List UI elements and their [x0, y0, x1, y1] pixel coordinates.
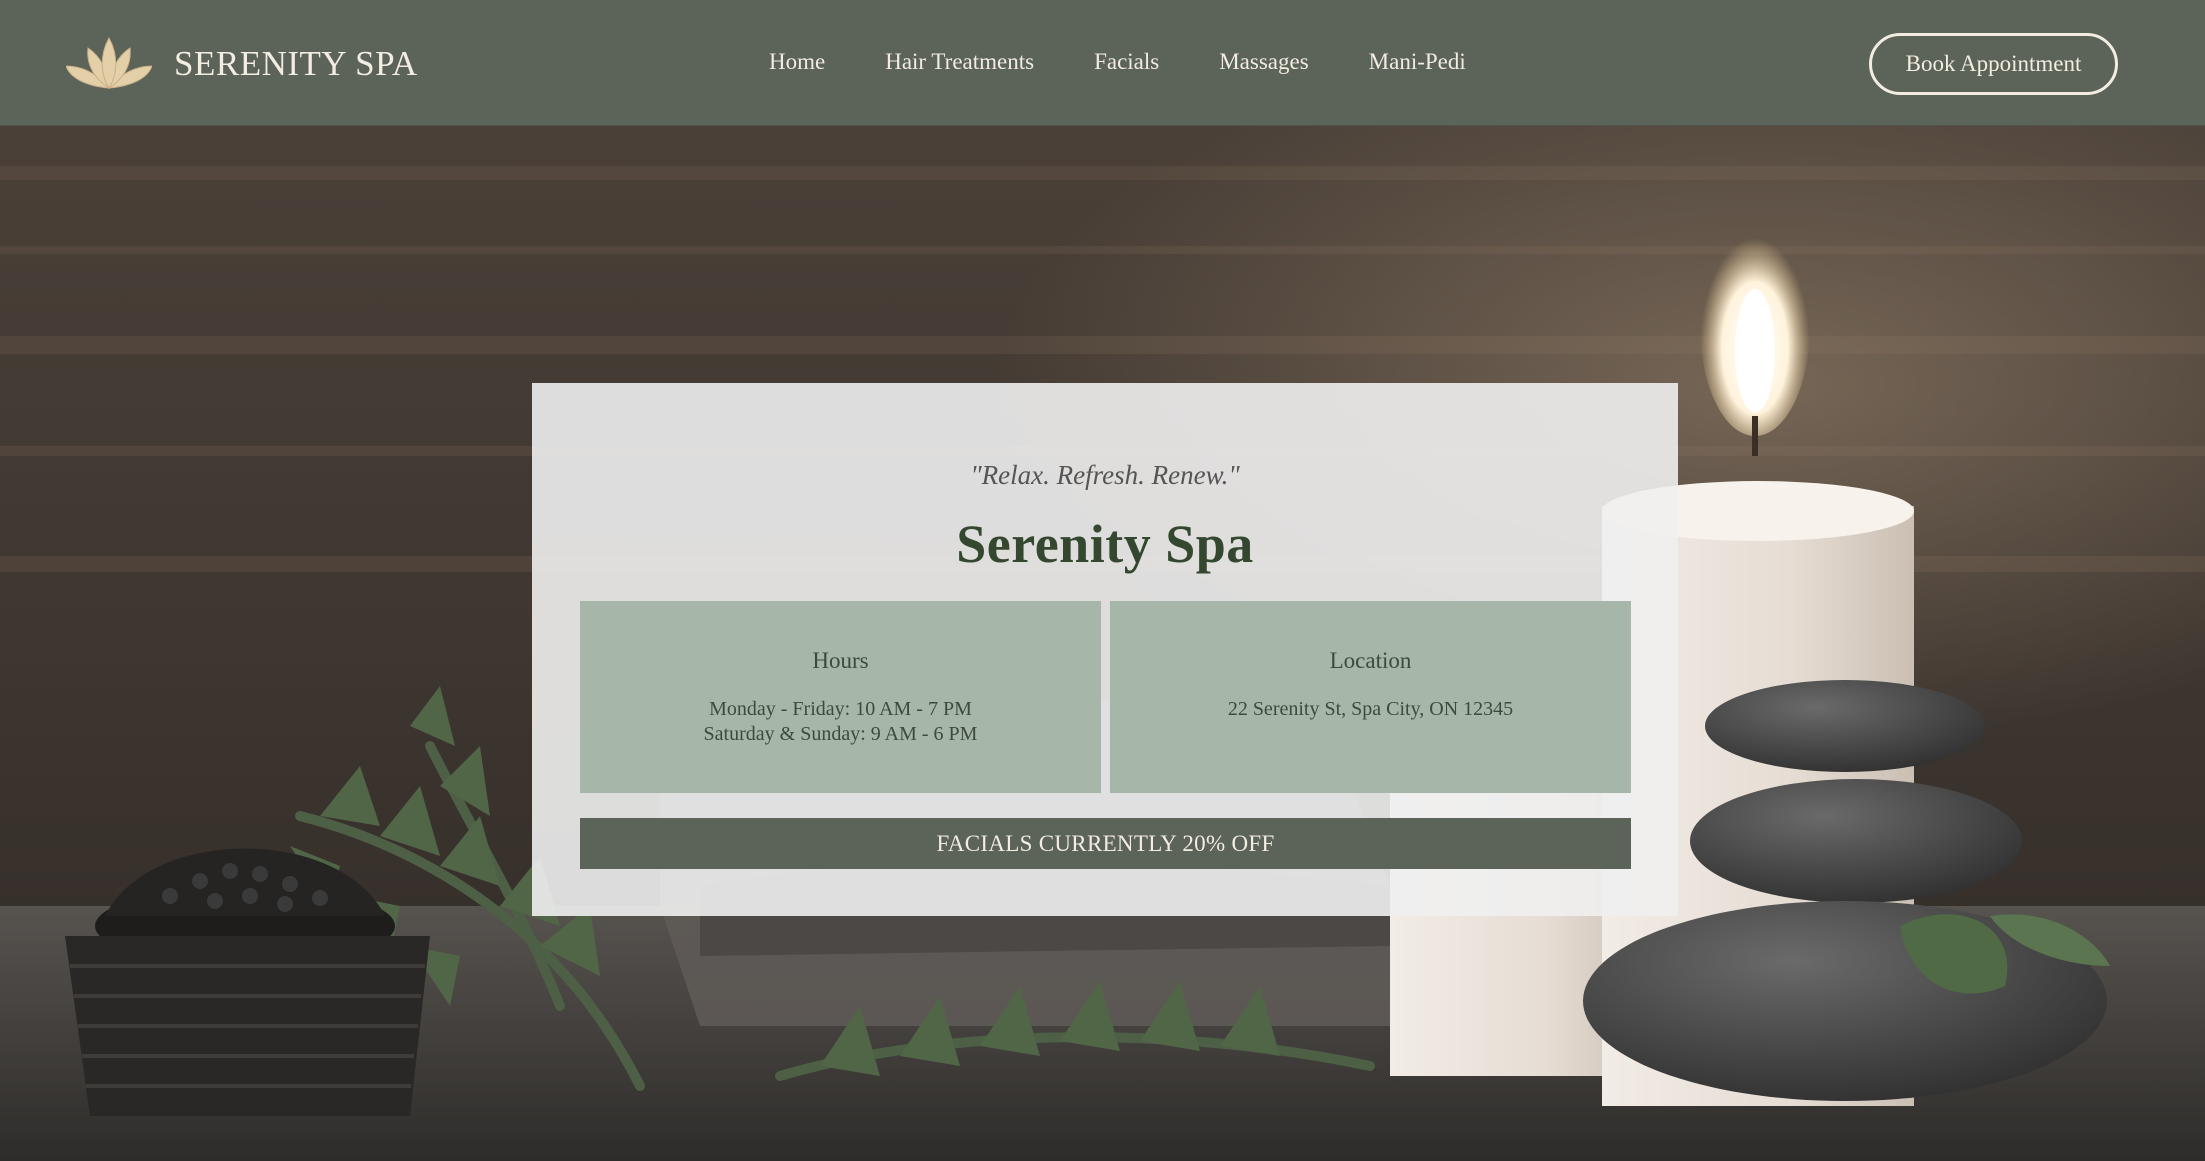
main-nav: Home Hair Treatments Facials Massages Ma… — [769, 49, 1466, 75]
nav-mani-pedi[interactable]: Mani-Pedi — [1369, 49, 1466, 75]
hours-weekend: Saturday & Sunday: 9 AM - 6 PM — [703, 723, 978, 745]
brand-name: SERENITY SPA — [174, 44, 418, 83]
nav-facials[interactable]: Facials — [1094, 49, 1159, 75]
hero-title: Serenity Spa — [956, 514, 1254, 574]
brand[interactable]: SERENITY SPA — [66, 36, 418, 92]
location-heading: Location — [1329, 648, 1412, 673]
nav-hair-treatments[interactable]: Hair Treatments — [885, 49, 1034, 75]
hours-box: Hours Monday - Friday: 10 AM - 7 PM Satu… — [580, 601, 1101, 793]
book-appointment-button[interactable]: Book Appointment — [1869, 33, 2118, 95]
tagline: "Relax. Refresh. Renew." — [970, 460, 1240, 490]
location-address: 22 Serenity St, Spa City, ON 12345 — [1227, 698, 1514, 720]
hours-heading: Hours — [812, 648, 869, 673]
lotus-icon — [66, 36, 152, 92]
location-box: Location 22 Serenity St, Spa City, ON 12… — [1110, 601, 1631, 793]
nav-massages[interactable]: Massages — [1219, 49, 1308, 75]
hours-weekday: Monday - Friday: 10 AM - 7 PM — [709, 698, 972, 720]
info-card: "Relax. Refresh. Renew." Serenity Spa Ho… — [532, 383, 1678, 916]
top-nav-bar: SERENITY SPA Home Hair Treatments Facial… — [0, 0, 2205, 126]
promo-banner[interactable]: FACIALS CURRENTLY 20% OFF — [580, 818, 1631, 869]
nav-home[interactable]: Home — [769, 49, 825, 75]
